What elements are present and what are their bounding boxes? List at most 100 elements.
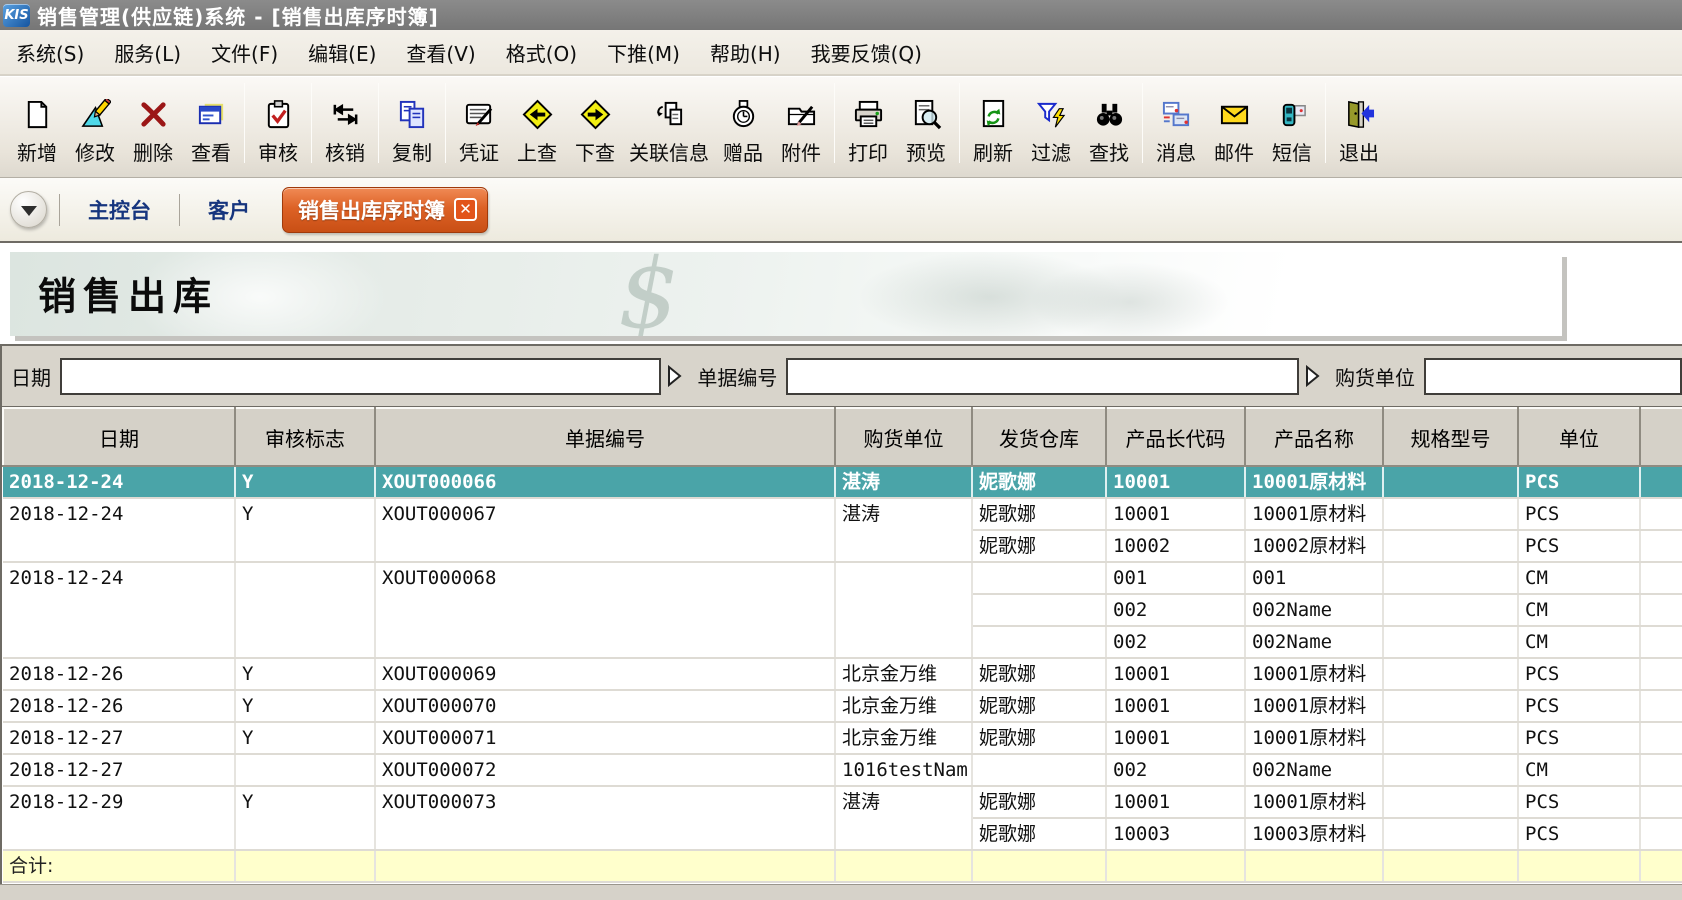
table-row[interactable]: 2018-12-26YXOUT000070北京金万维妮歌娜1000110001原… (3, 690, 1682, 722)
view-button[interactable]: 查看 (182, 96, 240, 169)
up-query-button[interactable]: 上查 (508, 96, 566, 169)
cell-product-name[interactable]: 10001原材料 (1245, 786, 1383, 818)
cell-product-name[interactable]: 10001原材料 (1245, 658, 1383, 690)
cell-customer[interactable] (835, 562, 972, 658)
cell-warehouse[interactable]: 妮歌娜 (972, 530, 1106, 562)
cell-spec[interactable] (1383, 626, 1518, 658)
cell-product-code[interactable]: 10001 (1106, 658, 1245, 690)
cell-unit[interactable]: CM (1518, 754, 1640, 786)
cell-spec[interactable] (1383, 466, 1518, 498)
column-header-bill-no[interactable]: 单据编号 (375, 408, 835, 466)
cell-unit[interactable]: PCS (1518, 530, 1640, 562)
attachment-button[interactable]: 附件 (772, 96, 830, 169)
table-row[interactable]: 2018-12-27XOUT0000721016testNam002002Nam… (3, 754, 1682, 786)
copy-button[interactable]: 复制 (383, 96, 441, 169)
cell-warehouse[interactable] (972, 754, 1106, 786)
cell-bill-no[interactable]: XOUT000071 (375, 722, 835, 754)
cell-date[interactable]: 2018-12-27 (3, 754, 235, 786)
cell-product-code[interactable]: 001 (1106, 562, 1245, 594)
cell-spec[interactable] (1383, 658, 1518, 690)
cell-customer[interactable]: 1016testNam (835, 754, 972, 786)
cell-clipped[interactable] (1640, 626, 1682, 658)
menu-push-down[interactable]: 下推(M) (607, 38, 680, 67)
cell-warehouse[interactable]: 妮歌娜 (972, 722, 1106, 754)
table-row[interactable]: 2018-12-27YXOUT000071北京金万维妮歌娜1000110001原… (3, 722, 1682, 754)
date-filter-input[interactable] (60, 358, 661, 395)
gift-button[interactable]: 赠品 (714, 96, 772, 169)
column-header-clipped[interactable] (1640, 408, 1682, 466)
cell-product-code[interactable]: 002 (1106, 626, 1245, 658)
cell-audit-flag[interactable] (235, 754, 375, 786)
cell-spec[interactable] (1383, 722, 1518, 754)
cell-customer[interactable]: 湛涛 (835, 466, 972, 498)
cell-product-name[interactable]: 10001原材料 (1245, 722, 1383, 754)
column-header-product-code[interactable]: 产品长代码 (1106, 408, 1245, 466)
tab-main-console[interactable]: 主控台 (72, 195, 167, 225)
cell-warehouse[interactable]: 妮歌娜 (972, 498, 1106, 530)
tab-dropdown-button[interactable] (10, 191, 47, 228)
cell-spec[interactable] (1383, 690, 1518, 722)
column-header-customer[interactable]: 购货单位 (835, 408, 972, 466)
find-button[interactable]: 查找 (1080, 96, 1138, 169)
cell-product-code[interactable]: 10002 (1106, 530, 1245, 562)
cell-product-code[interactable]: 10001 (1106, 466, 1245, 498)
cell-product-name[interactable]: 10001原材料 (1245, 466, 1383, 498)
cell-product-name[interactable]: 10001原材料 (1245, 690, 1383, 722)
cell-unit[interactable]: PCS (1518, 722, 1640, 754)
cell-product-name[interactable]: 002Name (1245, 754, 1383, 786)
table-row[interactable]: 2018-12-29YXOUT000073湛涛妮歌娜1000110001原材料P… (3, 786, 1682, 818)
cell-bill-no[interactable] (375, 850, 835, 882)
tab-sales-outbound-journal[interactable]: 销售出库序时簿 ✕ (282, 187, 488, 233)
cell-date[interactable]: 2018-12-26 (3, 658, 235, 690)
column-header-spec[interactable]: 规格型号 (1383, 408, 1518, 466)
cell-product-name[interactable] (1245, 850, 1383, 882)
message-button[interactable]: 消息 (1147, 96, 1205, 169)
cell-unit[interactable]: PCS (1518, 498, 1640, 530)
voucher-button[interactable]: 凭证 (450, 96, 508, 169)
cell-warehouse[interactable]: 妮歌娜 (972, 658, 1106, 690)
cell-date[interactable]: 2018-12-27 (3, 722, 235, 754)
column-header-warehouse[interactable]: 发货仓库 (972, 408, 1106, 466)
cell-warehouse[interactable] (972, 626, 1106, 658)
column-header-date[interactable]: 日期 (3, 408, 235, 466)
cell-clipped[interactable] (1640, 850, 1682, 882)
cell-product-code[interactable] (1106, 850, 1245, 882)
cell-clipped[interactable] (1640, 786, 1682, 818)
cell-customer[interactable]: 湛涛 (835, 498, 972, 562)
cell-spec[interactable] (1383, 850, 1518, 882)
cell-total-label[interactable]: 合计: (3, 850, 235, 882)
cell-customer[interactable] (835, 850, 972, 882)
cell-spec[interactable] (1383, 562, 1518, 594)
close-icon[interactable]: ✕ (454, 198, 477, 221)
cell-product-code[interactable]: 10001 (1106, 690, 1245, 722)
cell-date[interactable]: 2018-12-24 (3, 466, 235, 498)
cell-spec[interactable] (1383, 786, 1518, 818)
column-header-product-name[interactable]: 产品名称 (1245, 408, 1383, 466)
cell-audit-flag[interactable]: Y (235, 690, 375, 722)
cell-warehouse[interactable]: 妮歌娜 (972, 818, 1106, 850)
cell-product-name[interactable]: 10001原材料 (1245, 498, 1383, 530)
cell-audit-flag[interactable] (235, 850, 375, 882)
cell-spec[interactable] (1383, 754, 1518, 786)
menu-file[interactable]: 文件(F) (211, 38, 278, 67)
cell-clipped[interactable] (1640, 594, 1682, 626)
cell-unit[interactable]: CM (1518, 626, 1640, 658)
cell-clipped[interactable] (1640, 754, 1682, 786)
cell-product-code[interactable]: 10001 (1106, 498, 1245, 530)
cell-date[interactable]: 2018-12-24 (3, 562, 235, 658)
column-header-audit-flag[interactable]: 审核标志 (235, 408, 375, 466)
cell-customer[interactable]: 湛涛 (835, 786, 972, 850)
cell-product-name[interactable]: 10003原材料 (1245, 818, 1383, 850)
menu-feedback[interactable]: 我要反馈(Q) (811, 38, 922, 67)
cell-product-code[interactable]: 002 (1106, 594, 1245, 626)
cell-unit[interactable]: CM (1518, 594, 1640, 626)
exit-button[interactable]: 退出 (1330, 96, 1388, 169)
table-row[interactable]: 2018-12-24XOUT000068001001CM (3, 562, 1682, 594)
preview-button[interactable]: 预览 (897, 96, 955, 169)
cell-product-code[interactable]: 002 (1106, 754, 1245, 786)
cell-date[interactable]: 2018-12-29 (3, 786, 235, 850)
cell-warehouse[interactable]: 妮歌娜 (972, 690, 1106, 722)
filter-button[interactable]: 过滤 (1022, 96, 1080, 169)
cell-date[interactable]: 2018-12-26 (3, 690, 235, 722)
new-button[interactable]: 新增 (8, 96, 66, 169)
